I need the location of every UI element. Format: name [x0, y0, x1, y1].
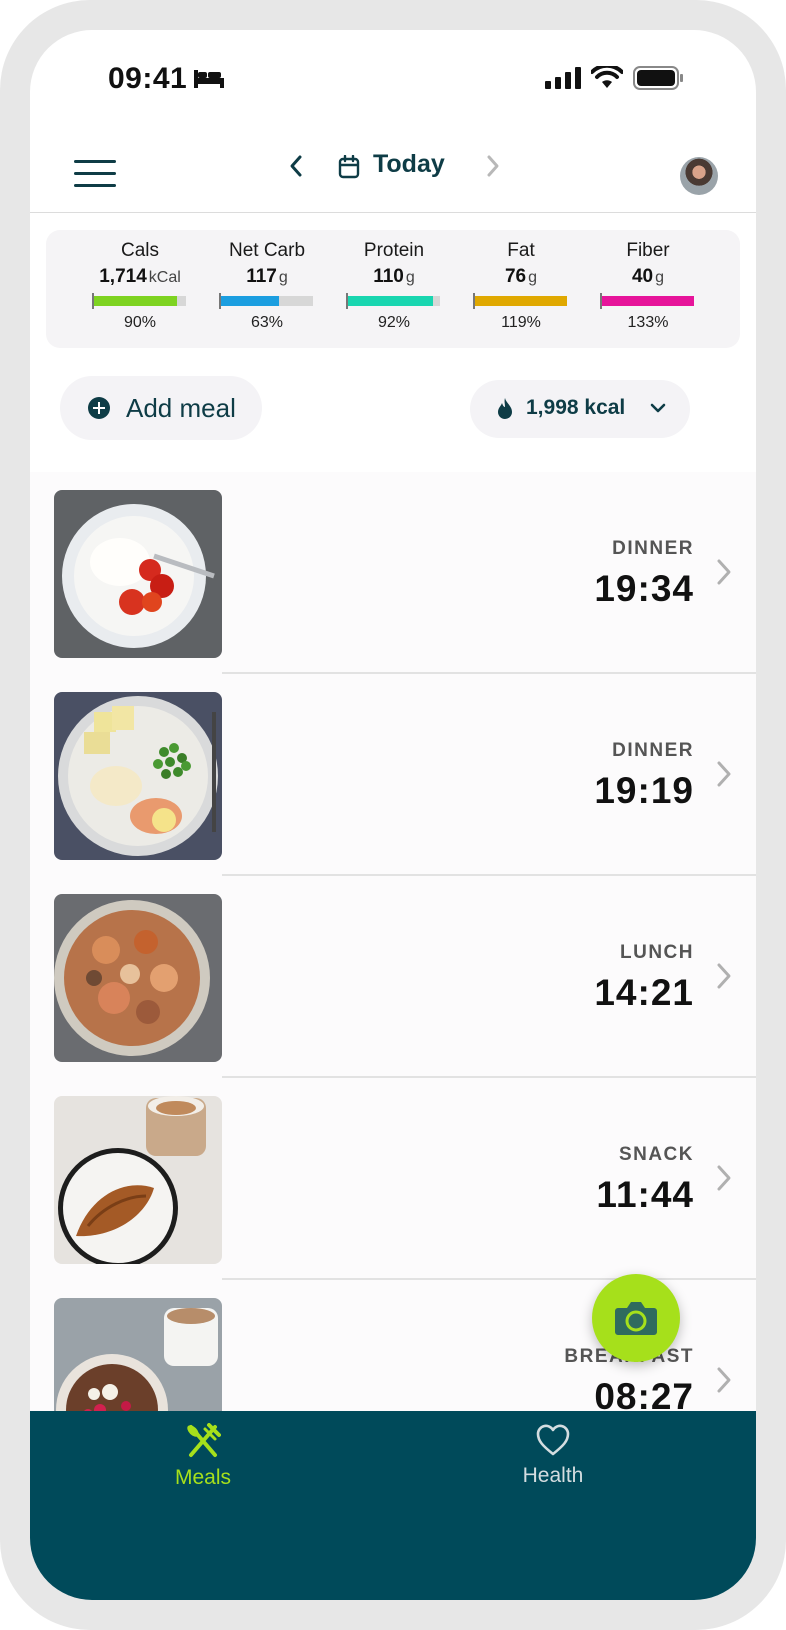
macro-progress-bar [600, 293, 694, 309]
chevron-right-icon [717, 761, 731, 787]
flame-icon [498, 398, 512, 419]
calendar-icon[interactable] [338, 155, 360, 179]
macro-progress-bar [346, 293, 440, 309]
macro-protein: Protein 110 g 92% [334, 240, 454, 332]
meal-list-item[interactable]: SNACK 11:44 [30, 1078, 756, 1280]
macro-percent: 119% [501, 314, 541, 331]
meal-time: 14:21 [594, 972, 694, 1013]
meal-photo [54, 490, 222, 658]
macro-name: Protein [363, 240, 425, 261]
app-screen: 09:41 Today Cals 1,714 kCal 90% Net Carb… [30, 30, 756, 1600]
chevron-right-icon [717, 1367, 731, 1393]
tab-health-label: Health [522, 1464, 584, 1487]
macro-fat: Fat 76 g 119% [461, 240, 581, 332]
macro-progress-bar [219, 293, 313, 309]
macro-percent: 92% [377, 314, 411, 331]
macro-percent: 63% [250, 314, 284, 331]
cellular-signal-icon [545, 67, 581, 89]
macro-value: 117 [246, 266, 277, 287]
macro-progress-bar [473, 293, 567, 309]
status-time: 09:41 [108, 62, 188, 95]
bottom-tab-bar: Meals Health [30, 1411, 756, 1600]
macro-name: Net Carb [228, 240, 306, 261]
macro-name: Cals [120, 240, 159, 261]
chevron-right-icon [717, 1165, 731, 1191]
meal-type: DINNER [612, 538, 694, 559]
meal-list-item[interactable]: DINNER 19:19 [30, 674, 756, 876]
menu-hamburger-icon[interactable] [74, 160, 116, 188]
next-day-chevron-icon [487, 155, 499, 177]
chevron-right-icon [717, 559, 731, 585]
macros-summary-card[interactable]: Cals 1,714 kCal 90% Net Carb 117 g 63% Pro… [46, 230, 740, 348]
device-frame: 09:41 Today Cals 1,714 kCal 90% Net Carb… [0, 0, 786, 1630]
meal-time: 19:19 [594, 770, 694, 811]
macro-net-carb: Net Carb 117 g 63% [207, 240, 327, 332]
macro-unit: g [405, 269, 415, 286]
chevron-right-icon [717, 963, 731, 989]
meal-type: DINNER [612, 740, 694, 761]
heart-icon [536, 1424, 570, 1456]
macro-progress-bar [92, 293, 186, 309]
macro-value: 110 [373, 266, 404, 287]
macro-unit: kCal [148, 269, 181, 286]
tab-health[interactable]: Health [473, 1423, 633, 1488]
fork-knife-icon [187, 1423, 221, 1457]
sleep-bed-icon [194, 70, 224, 88]
kcal-target-dropdown[interactable]: 1,998 kcal [470, 380, 690, 438]
macro-percent: 133% [627, 314, 669, 331]
header-divider [30, 212, 756, 213]
meal-time: 19:34 [594, 568, 694, 609]
user-avatar[interactable] [680, 157, 718, 195]
battery-icon [633, 66, 683, 90]
macro-name: Fiber [626, 240, 670, 261]
tab-meals[interactable]: Meals [123, 1423, 283, 1490]
meal-photo [54, 692, 222, 860]
previous-day-chevron-icon[interactable] [288, 154, 304, 178]
macro-cals: Cals 1,714 kCal 90% [80, 240, 200, 332]
macro-name: Fat [507, 240, 535, 261]
meal-photo [54, 1096, 222, 1264]
wifi-icon [591, 66, 623, 88]
macro-progress-fill [475, 296, 567, 306]
kcal-target-label: 1,998 kcal [526, 396, 626, 419]
macro-progress-fill [221, 296, 279, 306]
meal-type: LUNCH [620, 942, 694, 963]
macro-fiber: Fiber 40 g 133% [588, 240, 708, 332]
meal-photo [54, 894, 222, 1062]
current-date-label[interactable]: Today [373, 150, 445, 179]
camera-icon [615, 1302, 657, 1335]
macro-unit: g [528, 269, 538, 286]
plus-circle-icon [88, 397, 110, 419]
macro-progress-fill [602, 296, 694, 306]
chevron-down-icon [650, 403, 666, 413]
meal-type: SNACK [618, 1144, 694, 1165]
macro-unit: g [278, 269, 288, 286]
macro-percent: 90% [123, 314, 157, 331]
meal-list-item[interactable]: LUNCH 14:21 [30, 876, 756, 1078]
meal-list-item[interactable]: DINNER 19:34 [30, 472, 756, 674]
macro-value: 1,714 [99, 266, 147, 287]
macro-unit: g [655, 269, 665, 286]
macro-progress-fill [348, 296, 433, 306]
macro-progress-fill [94, 296, 177, 306]
add-meal-button[interactable]: Add meal [60, 376, 262, 440]
camera-fab-button[interactable] [592, 1274, 680, 1362]
macro-value: 40 [631, 266, 654, 287]
meal-time: 11:44 [596, 1174, 694, 1215]
macro-value: 76 [504, 266, 527, 287]
tab-meals-label: Meals [174, 1466, 232, 1489]
add-meal-label: Add meal [126, 392, 236, 423]
